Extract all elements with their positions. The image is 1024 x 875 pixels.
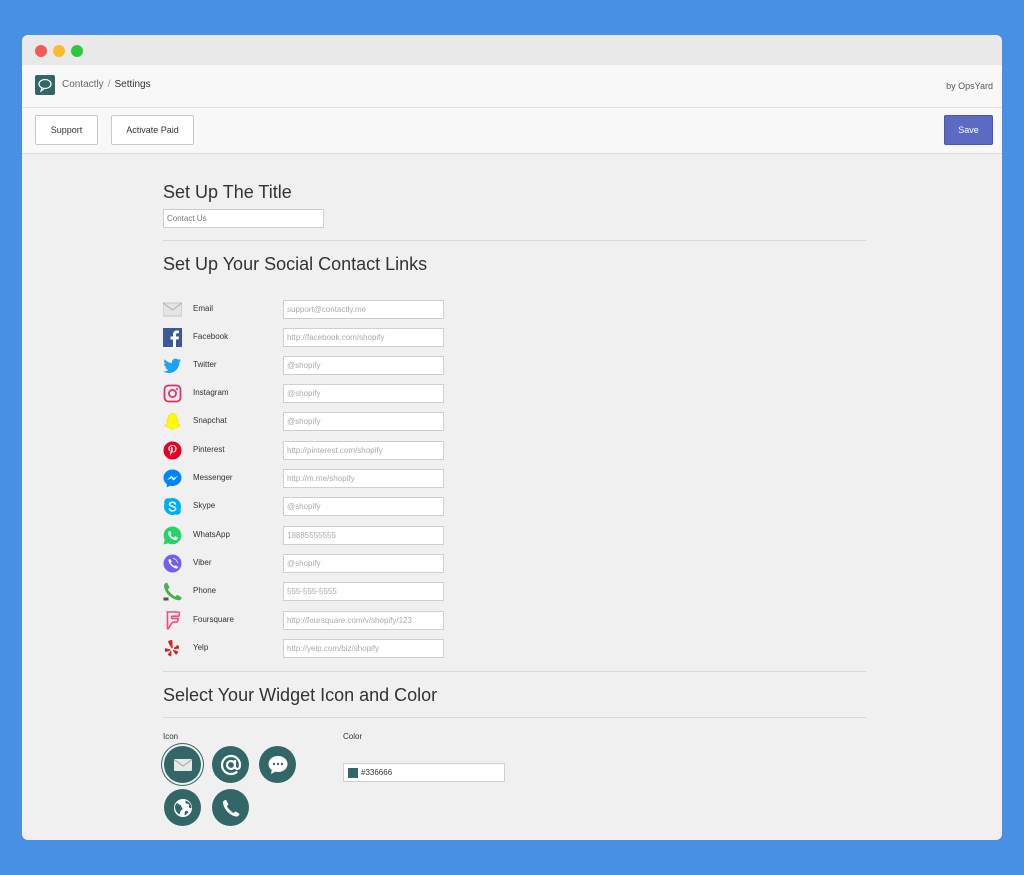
widget-option-globe[interactable] bbox=[164, 789, 201, 826]
app-header: Contactly / Settings by OpsYard bbox=[22, 65, 1002, 108]
social-row-snapchat: Snapchat bbox=[163, 412, 453, 434]
social-row-facebook: Facebook bbox=[163, 328, 453, 350]
social-row-phone: Phone bbox=[163, 582, 453, 604]
activate-paid-button[interactable]: Activate Paid bbox=[111, 115, 194, 145]
social-label: Facebook bbox=[193, 332, 229, 341]
divider bbox=[163, 240, 866, 241]
social-row-twitter: Twitter bbox=[163, 356, 453, 378]
social-label: Messenger bbox=[193, 473, 233, 482]
social-row-messenger: Messenger bbox=[163, 469, 453, 491]
viber-input[interactable] bbox=[283, 554, 444, 573]
contactly-logo-icon bbox=[35, 75, 55, 95]
yelp-icon bbox=[164, 639, 180, 657]
twitter-icon bbox=[163, 358, 181, 373]
color-swatch[interactable] bbox=[348, 768, 358, 778]
twitter-input[interactable] bbox=[283, 356, 444, 375]
at-sign-icon bbox=[220, 754, 241, 775]
social-label: Skype bbox=[193, 501, 216, 510]
title-input[interactable] bbox=[163, 209, 324, 228]
snapchat-input[interactable] bbox=[283, 412, 444, 431]
pinterest-input[interactable] bbox=[283, 441, 444, 460]
globe-icon bbox=[173, 798, 192, 817]
title-section-heading: Set Up The Title bbox=[163, 182, 292, 202]
breadcrumb-current-page: Settings bbox=[114, 79, 151, 90]
social-label: Email bbox=[193, 304, 214, 313]
foursquare-input[interactable] bbox=[283, 611, 444, 630]
email-input[interactable] bbox=[283, 300, 444, 319]
phone-input[interactable] bbox=[283, 582, 444, 601]
widget-option-chat-bubble[interactable] bbox=[259, 746, 296, 783]
instagram-input[interactable] bbox=[283, 384, 444, 403]
maximize-window-button[interactable] bbox=[71, 45, 83, 57]
icon-label: Icon bbox=[163, 732, 179, 741]
action-toolbar: Support Activate Paid Save bbox=[22, 108, 1002, 154]
support-button[interactable]: Support bbox=[35, 115, 98, 145]
pinterest-icon bbox=[163, 441, 182, 460]
widget-option-phone[interactable] bbox=[212, 789, 249, 826]
whatsapp-input[interactable] bbox=[283, 526, 444, 545]
messenger-input[interactable] bbox=[283, 469, 444, 488]
snapchat-icon bbox=[164, 413, 181, 430]
window-titlebar bbox=[22, 35, 1002, 65]
color-value: #336666 bbox=[361, 768, 393, 777]
social-label: Viber bbox=[193, 558, 212, 567]
minimize-window-button[interactable] bbox=[53, 45, 65, 57]
social-label: Instagram bbox=[193, 388, 229, 397]
divider bbox=[163, 717, 866, 718]
social-label: Foursquare bbox=[193, 615, 234, 624]
vendor-credit: by OpsYard bbox=[946, 81, 993, 91]
social-row-skype: Skype bbox=[163, 497, 453, 519]
social-label: Pinterest bbox=[193, 445, 225, 454]
facebook-input[interactable] bbox=[283, 328, 444, 347]
whatsapp-icon bbox=[163, 526, 182, 545]
social-section-heading: Set Up Your Social Contact Links bbox=[163, 254, 428, 274]
skype-icon bbox=[164, 498, 181, 515]
envelope-icon bbox=[173, 758, 192, 771]
social-row-email: Email bbox=[163, 300, 453, 322]
social-row-viber: Viber bbox=[163, 554, 453, 576]
instagram-icon bbox=[163, 384, 182, 403]
facebook-icon bbox=[163, 328, 182, 347]
social-label: Snapchat bbox=[193, 416, 227, 425]
color-label: Color bbox=[343, 732, 363, 741]
email-icon bbox=[163, 302, 182, 317]
social-row-foursquare: Foursquare bbox=[163, 611, 453, 633]
chat-bubble-icon bbox=[268, 755, 287, 774]
save-button[interactable]: Save bbox=[944, 115, 993, 145]
social-label: Phone bbox=[193, 586, 217, 595]
phone-icon bbox=[163, 582, 182, 601]
widget-option-at-sign[interactable] bbox=[212, 746, 249, 783]
widget-option-envelope[interactable] bbox=[164, 746, 201, 783]
breadcrumb-separator: / bbox=[107, 79, 111, 90]
app-window: Contactly / Settings by OpsYard Support Ac… bbox=[22, 35, 1002, 840]
viber-icon bbox=[163, 554, 182, 573]
divider bbox=[163, 671, 866, 672]
widget-section-heading: Select Your Widget Icon and Color bbox=[163, 685, 438, 705]
social-label: Yelp bbox=[193, 643, 209, 652]
social-label: WhatsApp bbox=[193, 530, 230, 539]
social-row-whatsapp: WhatsApp bbox=[163, 526, 453, 548]
social-row-instagram: Instagram bbox=[163, 384, 453, 406]
phone-icon bbox=[222, 799, 239, 816]
breadcrumb-app-link[interactable]: Contactly bbox=[62, 79, 104, 90]
yelp-input[interactable] bbox=[283, 639, 444, 658]
breadcrumb: Contactly / Settings bbox=[62, 79, 151, 90]
close-window-button[interactable] bbox=[35, 45, 47, 57]
social-row-yelp: Yelp bbox=[163, 639, 453, 661]
messenger-icon bbox=[163, 469, 182, 488]
social-label: Twitter bbox=[193, 360, 217, 369]
social-row-pinterest: Pinterest bbox=[163, 441, 453, 463]
foursquare-icon bbox=[166, 611, 181, 630]
color-input[interactable]: #336666 bbox=[343, 763, 505, 782]
skype-input[interactable] bbox=[283, 497, 444, 516]
